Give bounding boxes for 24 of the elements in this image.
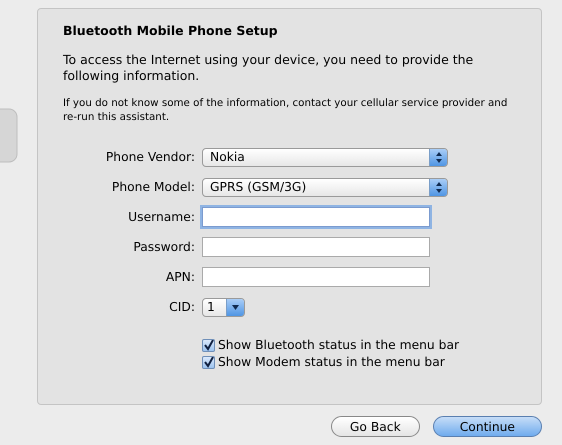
checkbox[interactable] xyxy=(202,338,215,352)
field-label: Phone Vendor: xyxy=(104,150,195,164)
field-label: Username: xyxy=(127,210,195,224)
input-field[interactable] xyxy=(202,237,430,258)
back-button[interactable]: Go Back xyxy=(330,416,420,437)
panel-title: Bluetooth Mobile Phone Setup xyxy=(63,23,279,38)
continue-button[interactable]: Continue xyxy=(432,416,542,437)
field-label: Phone Model: xyxy=(110,180,195,194)
input-field[interactable] xyxy=(202,267,430,288)
popup-menu[interactable]: 1 xyxy=(202,298,245,316)
checkbox[interactable] xyxy=(202,356,215,368)
note-text: If you do not know some of the information, contact your cellular service provider and re-run this assistant. xyxy=(63,96,508,124)
field-label: CID: xyxy=(168,300,195,314)
stepper-arrows-icon xyxy=(436,152,442,162)
intro-text: To access the Internet using your device, you need to provide the following information. xyxy=(63,52,474,84)
stepper-arrows-icon xyxy=(436,182,442,192)
popup-menu[interactable]: Nokia xyxy=(202,148,448,166)
field-label: Password: xyxy=(132,240,195,254)
field-label: APN: xyxy=(164,270,195,284)
popup-menu[interactable]: GPRS (GSM/3G) xyxy=(202,178,448,196)
caret-icon xyxy=(232,304,239,310)
checkbox-label: Show Modem status in the menu bar xyxy=(218,355,445,369)
checkbox-label: Show Bluetooth status in the menu bar xyxy=(218,338,460,352)
input-field[interactable] xyxy=(202,207,430,228)
